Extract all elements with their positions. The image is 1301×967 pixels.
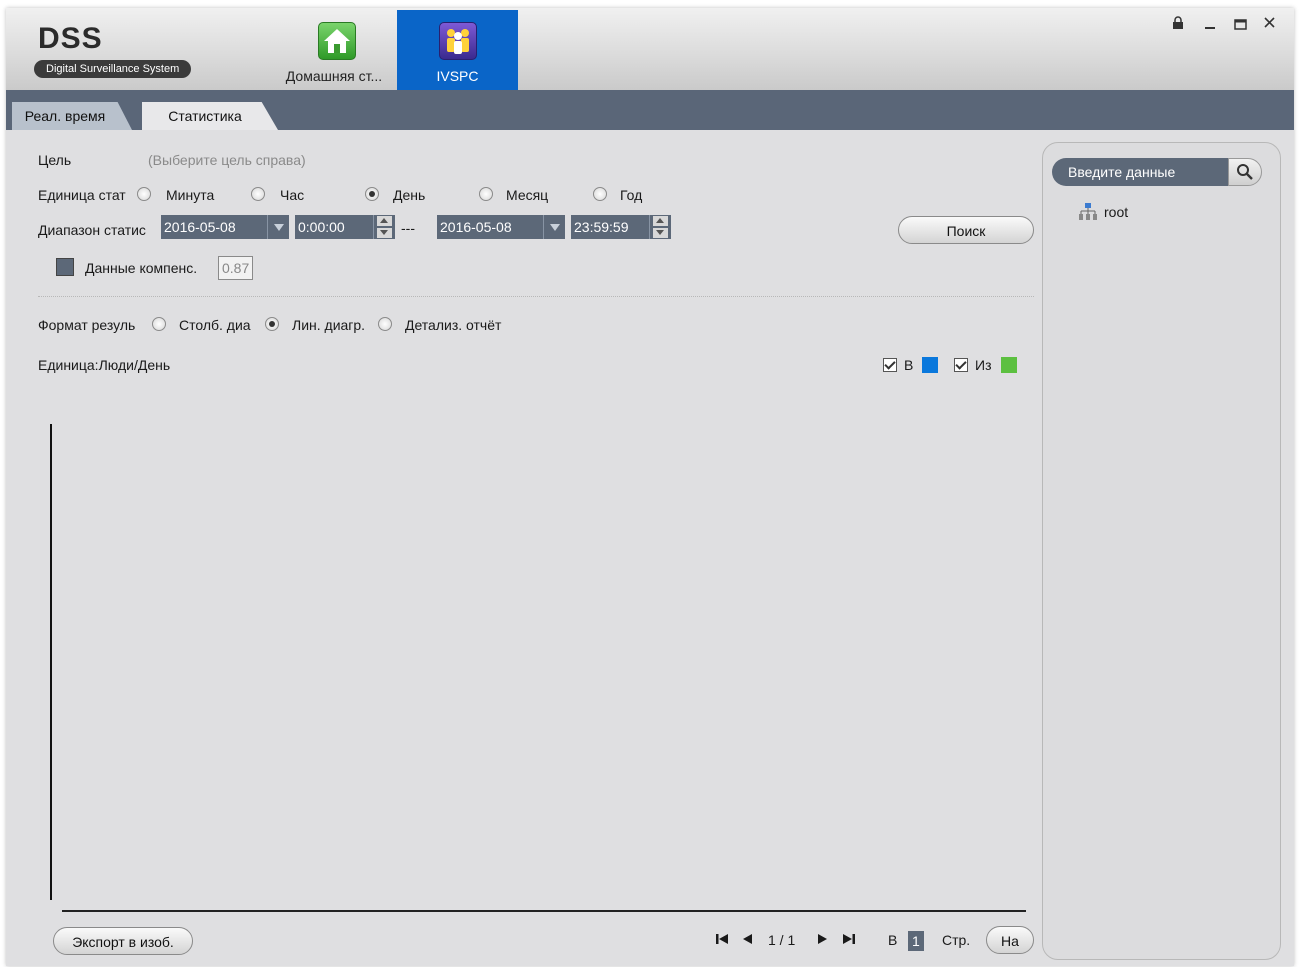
close-icon[interactable] [1263,16,1276,34]
goto-suffix: Стр. [942,932,971,948]
compensation-label: Данные компенс. [85,260,198,276]
prev-page-icon[interactable] [741,932,753,950]
app-tab-ivspc[interactable]: IVSPC [397,10,518,90]
title-bar: DSS Digital Surveillance System Домашняя… [6,8,1294,90]
end-time-spinner[interactable] [649,215,671,239]
radio-unit-year[interactable] [593,187,607,201]
minimize-icon[interactable] [1204,18,1216,37]
compensation-checkbox[interactable] [56,258,74,276]
range-separator: --- [401,220,415,236]
radio-unit-day[interactable] [365,187,379,201]
main-window: DSS Digital Surveillance System Домашняя… [6,8,1294,966]
app-tab-ivspc-label: IVSPC [436,68,479,84]
goto-prefix: В [888,932,898,948]
unit-year-label: Год [620,187,643,203]
tree-root-item[interactable]: root [1104,204,1128,220]
form-divider [38,296,1034,297]
goto-page-button[interactable]: На [986,926,1034,954]
search-button[interactable]: Поиск [898,216,1034,244]
format-label: Формат резуль [38,317,136,333]
first-page-icon[interactable] [715,932,729,950]
people-counting-icon [439,22,477,60]
chart-unit-text: Единица:Люди/День [38,357,171,373]
radio-unit-month[interactable] [479,187,493,201]
legend-in-checkbox[interactable] [883,358,897,372]
sub-tab-bar: Реал. время Статистика [6,90,1294,130]
chart-y-axis [50,424,52,900]
tab-statistics[interactable]: Статистика [142,102,278,130]
legend-in-swatch [922,357,938,373]
goto-page-input[interactable]: 1 [908,931,924,951]
legend-out-checkbox[interactable] [954,358,968,372]
legend-in-label: В [904,357,914,373]
radio-unit-minute[interactable] [137,187,151,201]
legend-out-swatch [1001,357,1017,373]
unit-hour-label: Час [280,187,305,203]
radio-unit-hour[interactable] [251,187,265,201]
unit-label: Единица стат [38,187,126,203]
end-time-field[interactable]: 23:59:59 [571,215,649,239]
tree-search-input[interactable]: Введите данные [1052,158,1230,186]
end-date-field[interactable]: 2016-05-08 [437,215,543,239]
end-date-dropdown-icon[interactable] [543,215,565,239]
page-indicator: 1 / 1 [768,932,796,948]
home-icon [318,22,356,60]
start-time-spinner[interactable] [373,215,395,239]
device-tree-panel [1042,142,1281,960]
range-label: Диапазон статис [38,222,146,238]
format-line-label: Лин. диагр. [292,317,366,333]
last-page-icon[interactable] [842,932,856,950]
target-label: Цель [38,152,72,168]
chart-x-axis [62,910,1026,912]
unit-day-label: День [393,187,426,203]
app-tab-home-label: Домашняя ст... [285,68,383,84]
radio-format-line[interactable] [265,317,279,331]
legend-out-label: Из [975,357,992,373]
app-tab-home[interactable]: Домашняя ст... [272,10,396,90]
maximize-icon[interactable] [1234,18,1247,36]
unit-minute-label: Минута [166,187,215,203]
start-time-field[interactable]: 0:00:00 [295,215,373,239]
tab-realtime[interactable]: Реал. время [12,102,132,130]
compensation-value-field[interactable]: 0.87 [218,256,254,280]
format-report-label: Детализ. отчёт [405,317,502,333]
next-page-icon[interactable] [817,932,829,950]
radio-format-bar[interactable] [152,317,166,331]
start-date-field[interactable]: 2016-05-08 [161,215,267,239]
app-logo-title: DSS [38,22,103,55]
start-date-dropdown-icon[interactable] [267,215,289,239]
target-hint: (Выберите цель справа) [148,152,306,168]
radio-format-report[interactable] [378,317,392,331]
lock-icon[interactable] [1172,16,1184,35]
format-bar-label: Столб. диа [179,317,251,333]
app-logo-subtitle: Digital Surveillance System [34,60,192,78]
org-tree-icon [1078,202,1098,225]
search-icon[interactable] [1228,158,1262,186]
export-image-button[interactable]: Экспорт в изоб. [53,927,193,955]
unit-month-label: Месяц [506,187,549,203]
